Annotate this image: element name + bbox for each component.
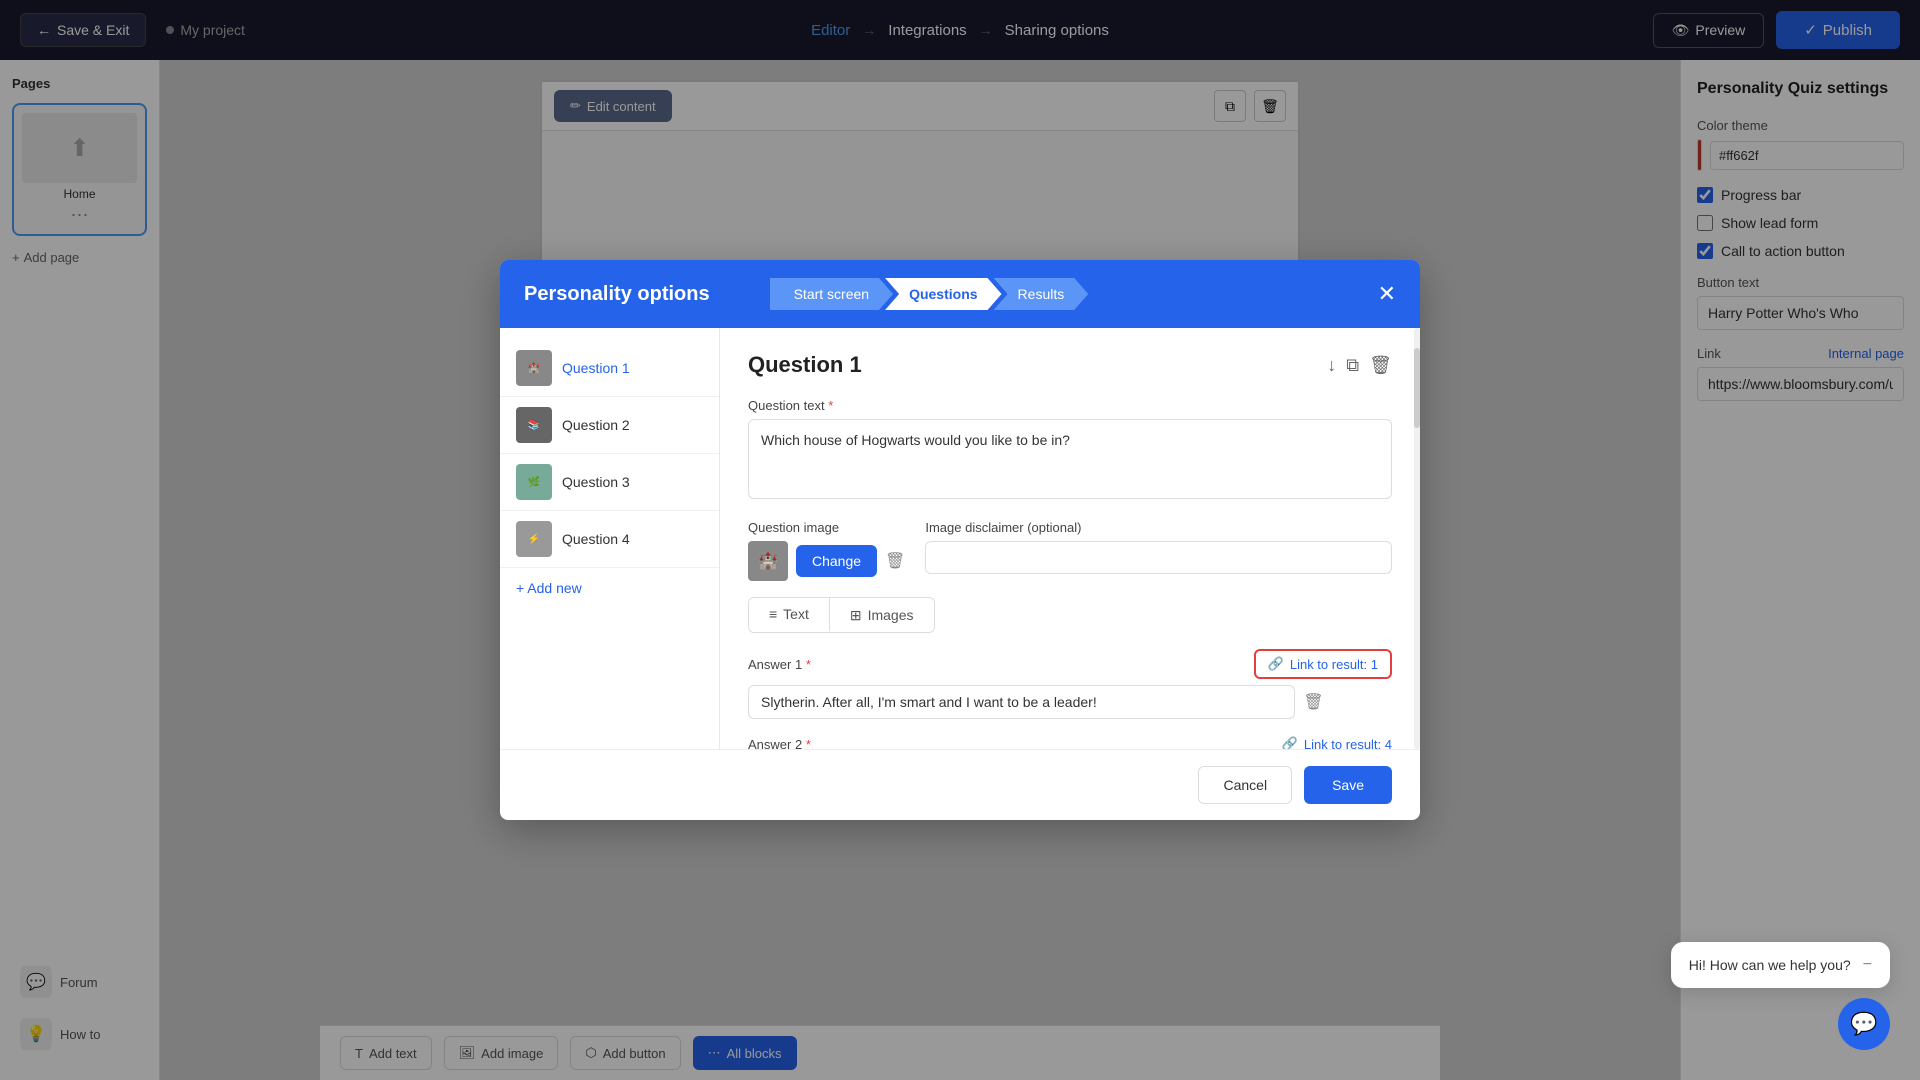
- chat-icon: 💬: [1850, 1011, 1877, 1037]
- question-text-field-label: Question text *: [748, 398, 1392, 413]
- question-text-section: Question text *: [748, 398, 1392, 504]
- question-4-label: Question 4: [562, 531, 630, 547]
- question-item-4[interactable]: ⚡ Question 4: [500, 511, 719, 568]
- images-tab-icon: ⊞: [850, 607, 862, 624]
- disclaimer-label: Image disclaimer (optional): [925, 520, 1392, 535]
- link-icon-2: 🔗: [1282, 736, 1298, 749]
- question-4-thumb: ⚡: [516, 521, 552, 557]
- question-1-label: Question 1: [562, 360, 630, 376]
- answer-1-label: Answer 1 *: [748, 657, 811, 672]
- answer-1-header: Answer 1 * 🔗 Link to result: 1: [748, 649, 1392, 679]
- modal-overlay: Personality options Start screen Questio…: [0, 0, 1920, 1080]
- image-upload-col: Question image 🏰 Change 🗑: [748, 520, 905, 581]
- question-3-label: Question 3: [562, 474, 630, 490]
- modal-header: Personality options Start screen Questio…: [500, 260, 1420, 328]
- chat-open-button[interactable]: 💬: [1838, 998, 1890, 1050]
- question-title: Question 1: [748, 352, 862, 378]
- tab-images[interactable]: ⊞ Images: [830, 598, 934, 632]
- change-image-button[interactable]: Change: [796, 545, 877, 577]
- duplicate-question-button[interactable]: ⧉: [1346, 355, 1359, 376]
- answer-2-label: Answer 2 *: [748, 737, 811, 750]
- chat-close-button[interactable]: −: [1863, 956, 1872, 974]
- add-new-question-button[interactable]: + Add new: [500, 568, 719, 608]
- required-star-a1: *: [806, 657, 811, 672]
- disclaimer-input[interactable]: [925, 541, 1392, 574]
- text-tab-icon: ≡: [769, 606, 777, 622]
- answer-1-input[interactable]: [748, 685, 1295, 719]
- question-item-2[interactable]: 📚 Question 2: [500, 397, 719, 454]
- cancel-button[interactable]: Cancel: [1198, 766, 1292, 804]
- question-2-label: Question 2: [562, 417, 630, 433]
- question-item-3[interactable]: 🌿 Question 3: [500, 454, 719, 511]
- question-2-thumb: 📚: [516, 407, 552, 443]
- question-3-thumb: 🌿: [516, 464, 552, 500]
- image-upload-row: 🏰 Change 🗑: [748, 541, 905, 581]
- delete-answer-1-button[interactable]: 🗑: [1303, 692, 1323, 712]
- question-header: Question 1 ↓ ⧉ 🗑: [748, 352, 1392, 378]
- modal-scrollbar-thumb: [1414, 348, 1420, 428]
- link-icon-1: 🔗: [1268, 656, 1284, 672]
- image-section: Question image 🏰 Change 🗑 Image disclaim…: [748, 520, 1392, 581]
- question-text-textarea[interactable]: [748, 419, 1392, 499]
- personality-options-modal: Personality options Start screen Questio…: [500, 260, 1420, 820]
- modal-footer: Cancel Save: [500, 749, 1420, 820]
- delete-question-button[interactable]: 🗑: [1369, 355, 1392, 376]
- required-star-a2: *: [806, 737, 811, 750]
- step-start-screen[interactable]: Start screen: [770, 278, 893, 310]
- delete-image-button[interactable]: 🗑: [885, 551, 905, 571]
- chat-message-bubble: Hi! How can we help you? −: [1671, 942, 1890, 988]
- image-thumbnail: 🏰: [748, 541, 788, 581]
- step-questions[interactable]: Questions: [885, 278, 1001, 310]
- answer-1-row: 🗑: [748, 685, 1392, 719]
- question-actions: ↓ ⧉ 🗑: [1327, 355, 1392, 376]
- answer-2-header: Answer 2 * 🔗 Link to result: 4: [748, 731, 1392, 749]
- image-col-label: Question image: [748, 520, 905, 535]
- answer-tabs: ≡ Text ⊞ Images: [748, 597, 935, 633]
- question-item-1[interactable]: 🏰 Question 1: [500, 340, 719, 397]
- modal-question-content: Question 1 ↓ ⧉ 🗑 Question text *: [720, 328, 1420, 749]
- required-star-1: *: [828, 398, 833, 413]
- save-button[interactable]: Save: [1304, 766, 1392, 804]
- step-results[interactable]: Results: [994, 278, 1089, 310]
- modal-close-button[interactable]: ✕: [1378, 283, 1396, 305]
- answer-1-section: Answer 1 * 🔗 Link to result: 1 🗑: [748, 649, 1392, 719]
- answer-2-section: Answer 2 * 🔗 Link to result: 4: [748, 731, 1392, 749]
- modal-steps: Start screen Questions Results: [770, 278, 1089, 310]
- chat-widget: Hi! How can we help you? − 💬: [1671, 942, 1890, 1050]
- link-result-1-button[interactable]: 🔗 Link to result: 1: [1254, 649, 1392, 679]
- link-result-2-button[interactable]: 🔗 Link to result: 4: [1282, 731, 1392, 749]
- modal-title: Personality options: [524, 283, 710, 306]
- move-down-button[interactable]: ↓: [1327, 355, 1336, 376]
- modal-body: 🏰 Question 1 📚 Question 2 🌿 Question 3 ⚡…: [500, 328, 1420, 749]
- disclaimer-col: Image disclaimer (optional): [925, 520, 1392, 581]
- modal-questions-sidebar: 🏰 Question 1 📚 Question 2 🌿 Question 3 ⚡…: [500, 328, 720, 749]
- modal-scrollbar[interactable]: [1414, 328, 1420, 749]
- tab-text[interactable]: ≡ Text: [749, 598, 830, 632]
- question-1-thumb: 🏰: [516, 350, 552, 386]
- chat-message-text: Hi! How can we help you?: [1689, 957, 1851, 973]
